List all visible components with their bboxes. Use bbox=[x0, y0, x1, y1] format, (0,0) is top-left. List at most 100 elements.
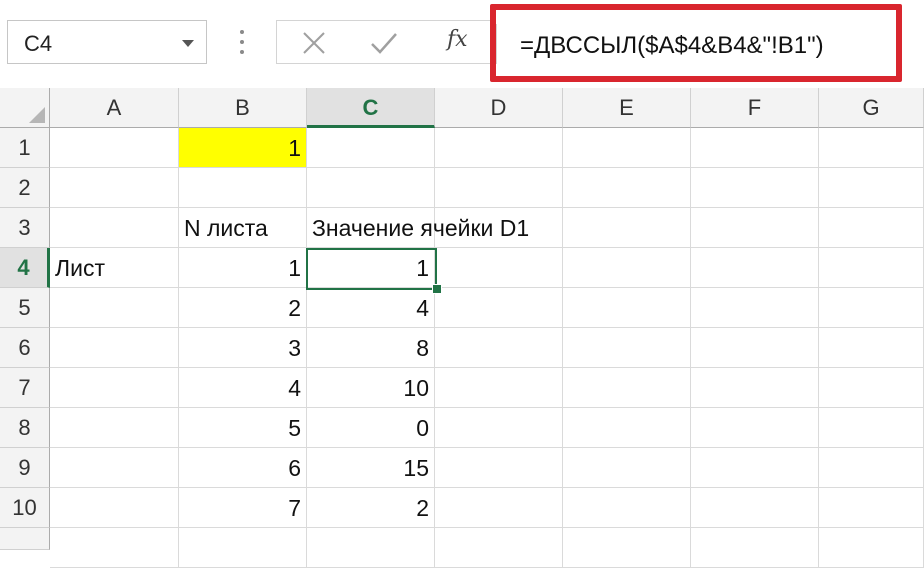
grid-cell[interactable] bbox=[50, 488, 179, 528]
cell-c5[interactable]: 4 bbox=[307, 288, 435, 328]
grid-cell[interactable] bbox=[691, 288, 819, 328]
row-header-1[interactable]: 1 bbox=[0, 128, 50, 168]
row-header-8[interactable]: 8 bbox=[0, 408, 50, 448]
grid-cell[interactable] bbox=[50, 208, 179, 248]
grid-cell[interactable] bbox=[50, 448, 179, 488]
row-header-3[interactable]: 3 bbox=[0, 208, 50, 248]
grid-cell[interactable] bbox=[691, 328, 819, 368]
grid-cell[interactable] bbox=[50, 168, 179, 208]
grid-cell[interactable] bbox=[563, 128, 691, 168]
grid-cell[interactable] bbox=[819, 328, 924, 368]
name-box-dropdown-icon[interactable] bbox=[182, 40, 194, 47]
grid-cell[interactable] bbox=[819, 528, 924, 568]
grid-cell[interactable] bbox=[435, 448, 563, 488]
more-options-icon[interactable] bbox=[236, 24, 248, 60]
column-header-a[interactable]: A bbox=[50, 88, 179, 128]
grid-cell[interactable] bbox=[179, 168, 307, 208]
grid-cell[interactable] bbox=[179, 528, 307, 568]
grid-cell[interactable] bbox=[435, 408, 563, 448]
grid-cell[interactable] bbox=[691, 368, 819, 408]
cell-b1[interactable]: 1 bbox=[179, 128, 307, 168]
cell-c7[interactable]: 10 bbox=[307, 368, 435, 408]
cell-b8[interactable]: 5 bbox=[179, 408, 307, 448]
grid-cell[interactable] bbox=[563, 528, 691, 568]
cell-b4[interactable]: 1 bbox=[179, 248, 307, 288]
name-box[interactable]: C4 bbox=[7, 20, 207, 64]
grid-cell[interactable] bbox=[435, 488, 563, 528]
grid-cell[interactable] bbox=[50, 328, 179, 368]
column-header-d[interactable]: D bbox=[435, 88, 563, 128]
grid-cell[interactable] bbox=[819, 168, 924, 208]
grid-cell[interactable] bbox=[50, 128, 179, 168]
grid-cell[interactable] bbox=[819, 248, 924, 288]
grid-cell[interactable] bbox=[307, 528, 435, 568]
cell-b5[interactable]: 2 bbox=[179, 288, 307, 328]
grid-cell[interactable] bbox=[819, 288, 924, 328]
cell-b9[interactable]: 6 bbox=[179, 448, 307, 488]
column-header-b[interactable]: B bbox=[179, 88, 307, 128]
row-header-7[interactable]: 7 bbox=[0, 368, 50, 408]
cell-a4[interactable]: Лист bbox=[50, 248, 179, 288]
cell-b6[interactable]: 3 bbox=[179, 328, 307, 368]
grid-cell[interactable] bbox=[819, 368, 924, 408]
column-header-e[interactable]: E bbox=[563, 88, 691, 128]
grid-cell[interactable] bbox=[435, 328, 563, 368]
grid-cell[interactable] bbox=[435, 128, 563, 168]
cell-b10[interactable]: 7 bbox=[179, 488, 307, 528]
row-header-10[interactable]: 10 bbox=[0, 488, 50, 528]
grid-cell[interactable] bbox=[691, 488, 819, 528]
grid-cell[interactable] bbox=[50, 288, 179, 328]
column-header-g[interactable]: G bbox=[819, 88, 924, 128]
grid-cell[interactable] bbox=[307, 128, 435, 168]
enter-check-icon[interactable] bbox=[367, 27, 401, 59]
grid-cell[interactable] bbox=[563, 248, 691, 288]
grid-cell[interactable] bbox=[691, 128, 819, 168]
grid-cell[interactable] bbox=[563, 368, 691, 408]
grid-cell[interactable] bbox=[50, 528, 179, 568]
row-header-6[interactable]: 6 bbox=[0, 328, 50, 368]
grid-cell[interactable] bbox=[819, 488, 924, 528]
grid-cell[interactable] bbox=[435, 528, 563, 568]
select-all-button[interactable] bbox=[0, 88, 50, 128]
grid-cell[interactable] bbox=[307, 168, 435, 208]
cancel-icon[interactable] bbox=[297, 27, 331, 59]
fill-handle[interactable] bbox=[432, 284, 442, 294]
cell-b7[interactable]: 4 bbox=[179, 368, 307, 408]
row-header-11[interactable] bbox=[0, 528, 50, 550]
grid-cell[interactable] bbox=[50, 368, 179, 408]
grid-cell[interactable] bbox=[691, 168, 819, 208]
cell-c10[interactable]: 2 bbox=[307, 488, 435, 528]
grid-cell[interactable] bbox=[50, 408, 179, 448]
cell-b3[interactable]: N листа bbox=[179, 208, 307, 248]
cell-c9[interactable]: 15 bbox=[307, 448, 435, 488]
name-box-value[interactable]: C4 bbox=[24, 31, 52, 57]
grid-cell[interactable] bbox=[691, 528, 819, 568]
row-header-5[interactable]: 5 bbox=[0, 288, 50, 328]
grid-cell[interactable] bbox=[563, 488, 691, 528]
row-header-4[interactable]: 4 bbox=[0, 248, 50, 288]
grid-cell[interactable] bbox=[435, 168, 563, 208]
column-header-c[interactable]: C bbox=[307, 88, 435, 128]
row-header-2[interactable]: 2 bbox=[0, 168, 50, 208]
formula-input[interactable]: =ДВССЫЛ($A$4&B4&"!B1") bbox=[520, 32, 824, 60]
row-header-9[interactable]: 9 bbox=[0, 448, 50, 488]
insert-function-icon[interactable]: fx bbox=[447, 27, 468, 52]
grid-cell[interactable] bbox=[563, 288, 691, 328]
grid-cell[interactable] bbox=[563, 328, 691, 368]
grid-cell[interactable] bbox=[691, 248, 819, 288]
grid-cell[interactable] bbox=[819, 128, 924, 168]
grid-cell[interactable] bbox=[563, 168, 691, 208]
grid-cell[interactable] bbox=[691, 448, 819, 488]
grid-cell[interactable] bbox=[563, 408, 691, 448]
cell-c8[interactable]: 0 bbox=[307, 408, 435, 448]
column-header-f[interactable]: F bbox=[691, 88, 819, 128]
grid-cell[interactable] bbox=[819, 408, 924, 448]
cell-c6[interactable]: 8 bbox=[307, 328, 435, 368]
grid-cell[interactable] bbox=[691, 408, 819, 448]
grid-cell[interactable] bbox=[819, 448, 924, 488]
cell-c3[interactable]: Значение ячейки D1 bbox=[307, 208, 529, 248]
grid-cell[interactable] bbox=[435, 288, 563, 328]
grid-cell[interactable] bbox=[435, 248, 563, 288]
grid-cell[interactable] bbox=[819, 208, 924, 248]
cell-c4[interactable]: 1 bbox=[307, 248, 435, 288]
